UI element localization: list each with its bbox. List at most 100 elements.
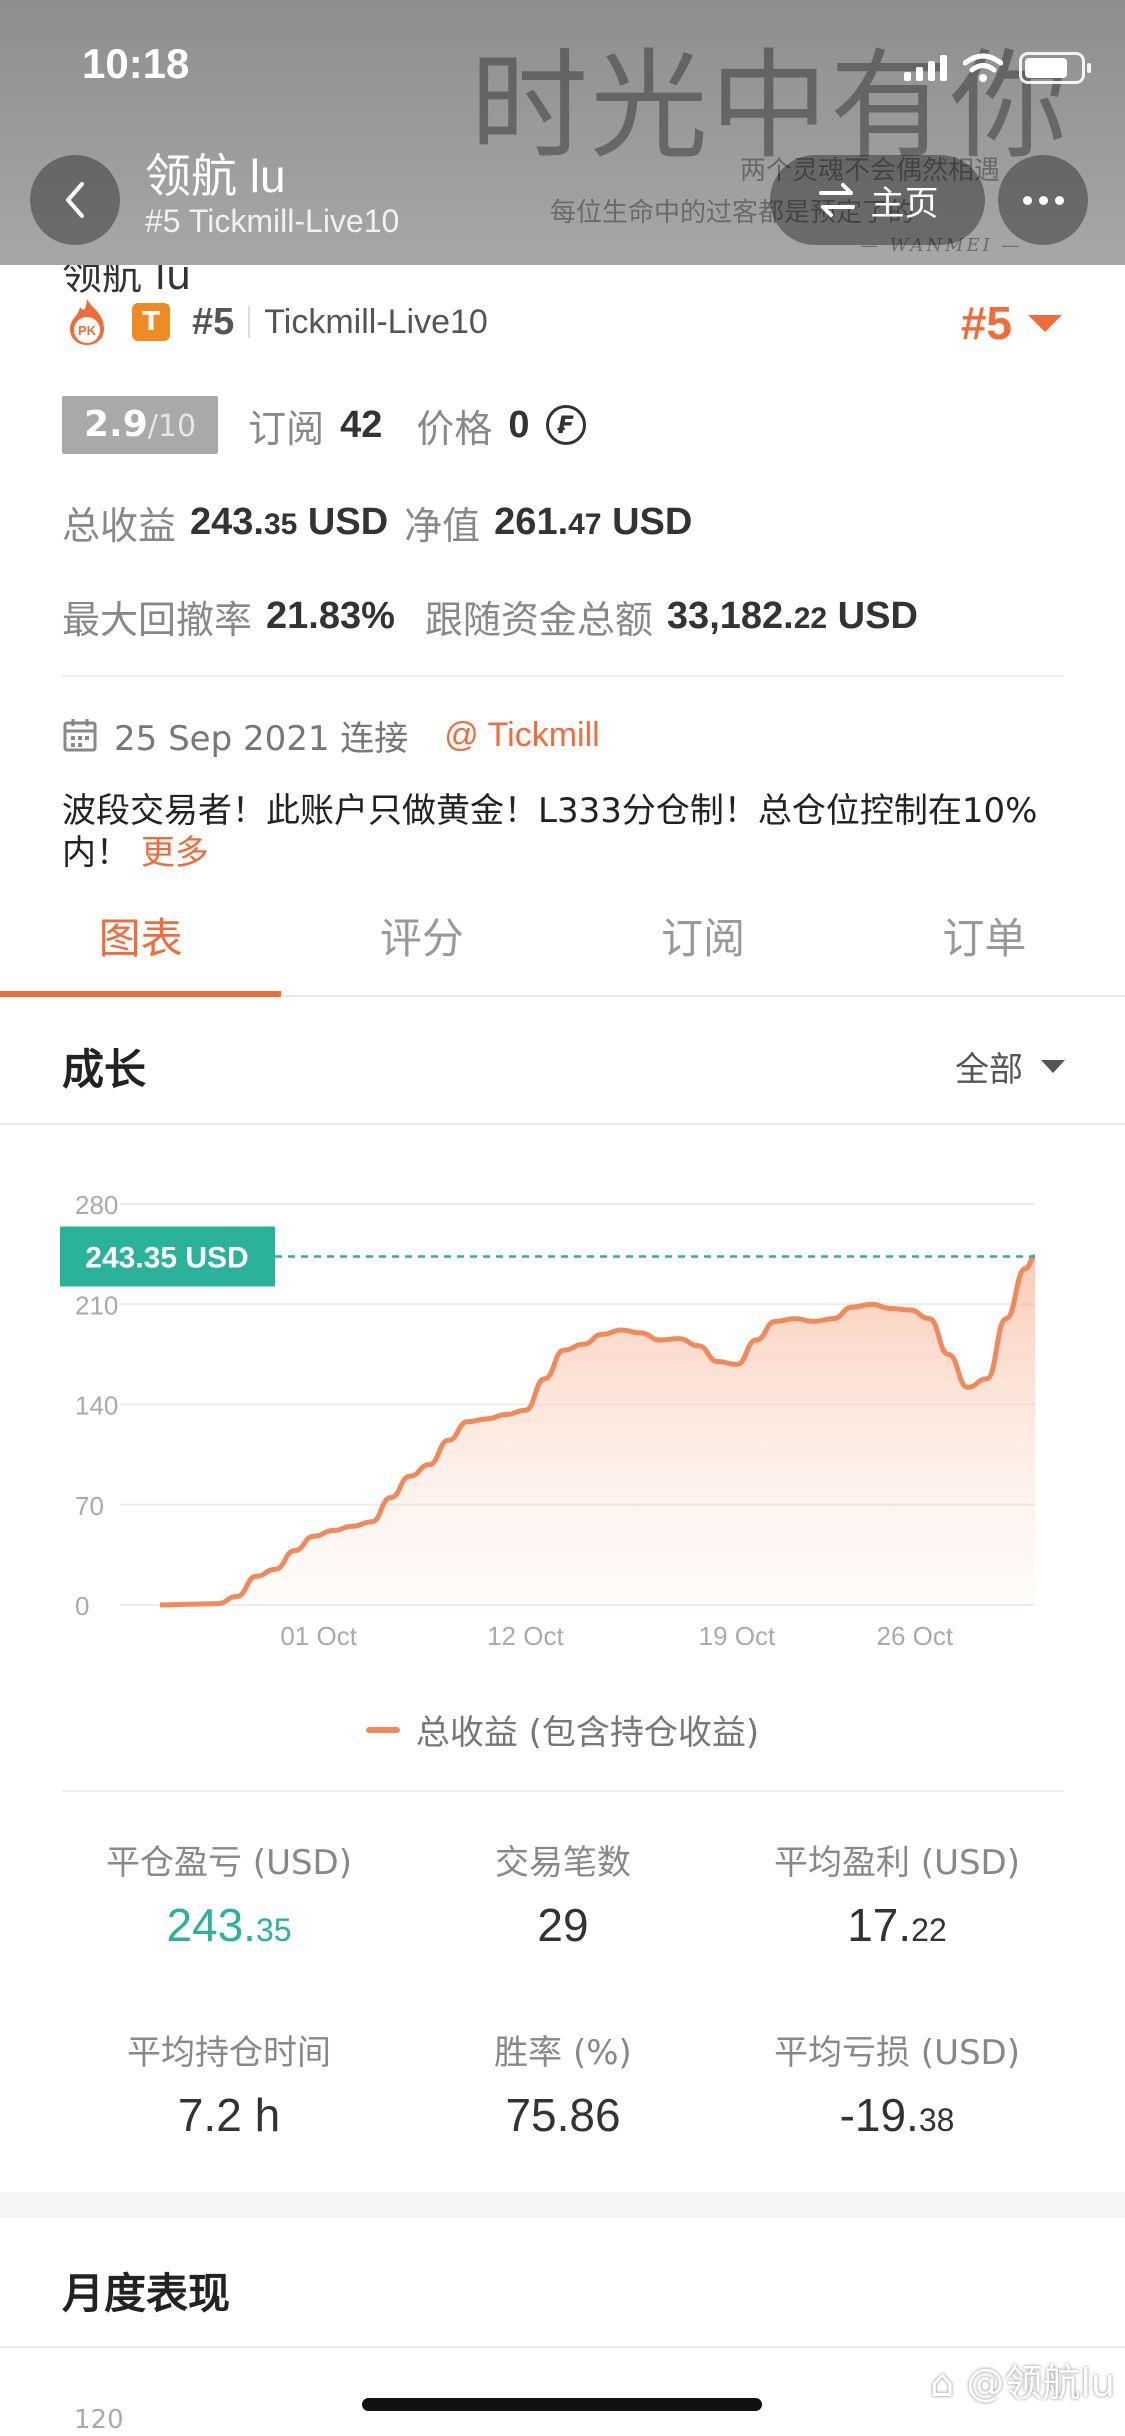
stat-value-int: 17. <box>847 1899 912 1951</box>
stat-value-dec: 38 <box>918 2102 955 2138</box>
tab-chart[interactable]: 图表 <box>0 895 282 997</box>
stat-value: 75.86 <box>396 2088 730 2142</box>
equity-int: 261. <box>494 500 569 543</box>
y-tick-label: 210 <box>75 1290 118 1320</box>
stat-label: 平均持仓时间 <box>127 2033 331 2073</box>
home-button[interactable]: 主页 <box>770 155 985 245</box>
subscribe-label: 订阅 <box>248 406 325 451</box>
caret-down-icon <box>1041 1060 1065 1073</box>
rank-dropdown-label: #5 <box>960 297 1012 349</box>
stat-trade-count: 交易笔数 29 <box>396 1835 730 1952</box>
y-tick-label: 280 <box>75 1190 118 1220</box>
price-label: 价格 <box>416 406 493 451</box>
total-profit-label: 总收益 <box>62 503 177 548</box>
chart-legend: 总收益 (包含持仓收益) <box>0 1705 1125 1754</box>
coin-icon: ₣ <box>545 405 586 445</box>
broker-link[interactable]: @ Tickmill <box>444 716 599 755</box>
stat-value: 7.2 h <box>62 2088 396 2142</box>
page-title: 领航 lu <box>145 150 286 202</box>
x-tick-label: 12 Oct <box>487 1621 564 1651</box>
calendar-icon <box>63 719 97 752</box>
total-profit-int: 243. <box>190 500 264 543</box>
equity-unit: USD <box>612 500 693 543</box>
period-filter-dropdown[interactable]: 全部 <box>955 1042 1065 1091</box>
equity-value: 261.47 USD <box>494 501 692 544</box>
equity-label: 净值 <box>404 503 481 548</box>
stat-value: 17.22 <box>730 1898 1064 1952</box>
follow-funds-unit: USD <box>837 594 918 637</box>
y-tick-label: 0 <box>75 1591 89 1621</box>
monthly-header: 月度表现 <box>0 2218 1125 2348</box>
home-indicator[interactable] <box>362 2398 762 2411</box>
drawdown-row: 最大回撤率 21.83% 跟随资金总额 33,182.22 USD <box>62 586 918 646</box>
stat-value-int: -19. <box>839 2089 919 2141</box>
server-name: Tickmill-Live10 <box>264 302 488 341</box>
rating-value: 2.9 <box>84 404 148 445</box>
tab-rating[interactable]: 评分 <box>281 895 562 995</box>
stat-label: 平仓盈亏 (USD) <box>106 1843 352 1883</box>
profit-row: 总收益 243.35 USD 净值 261.47 USD <box>62 492 692 552</box>
divider <box>62 1790 1064 1792</box>
tab-subscribe[interactable]: 订阅 <box>563 895 844 995</box>
total-profit-dec: 35 <box>263 507 298 541</box>
x-tick-label: 26 Oct <box>877 1621 954 1651</box>
follow-funds-label: 跟随资金总额 <box>424 597 653 642</box>
badge-row: PK T #5 Tickmill-Live10 #5 <box>62 292 1062 352</box>
stat-value-int: 243. <box>166 1899 256 1951</box>
tab-bar: 图表 评分 订阅 订单 <box>0 895 1125 997</box>
chevron-left-icon <box>66 182 84 218</box>
follow-funds-int: 33,182. <box>666 594 794 637</box>
y-tick-label: 140 <box>75 1391 118 1421</box>
battery-icon <box>1019 52 1091 84</box>
total-profit-value: 243.35 USD <box>190 501 388 544</box>
y-tick-label: 70 <box>75 1491 104 1521</box>
pk-flame-icon: PK <box>62 297 112 347</box>
wifi-icon <box>963 53 1003 82</box>
stat-value-int: 29 <box>537 1899 589 1951</box>
growth-chart: 280 210 140 70 0 01 Oct 12 Oct 19 Oct 26 Oct 243.… <box>60 1190 1036 1651</box>
x-tick-label: 01 Oct <box>280 1621 357 1651</box>
legend-swatch <box>365 1726 400 1733</box>
stat-closed-pnl: 平仓盈亏 (USD) 243.35 <box>62 1835 396 1952</box>
current-value-label: 243.35 USD <box>85 1241 248 1274</box>
home-button-label: 主页 <box>870 183 939 224</box>
x-tick-label: 19 Oct <box>699 1621 776 1651</box>
rating-scale: /10 <box>147 409 197 444</box>
tab-orders[interactable]: 订单 <box>844 895 1125 995</box>
more-dot-icon <box>1022 195 1032 205</box>
stat-avg-hold-time: 平均持仓时间 7.2 h <box>62 2025 396 2142</box>
stat-label: 平均盈利 (USD) <box>774 1843 1020 1883</box>
more-menu-button[interactable] <box>998 155 1088 245</box>
back-button[interactable] <box>30 155 120 245</box>
stat-win-rate: 胜率 (%) 75.86 <box>396 2025 730 2142</box>
monthly-title: 月度表现 <box>62 2269 231 2318</box>
equity-dec: 47 <box>568 507 602 541</box>
follow-funds-dec: 22 <box>793 601 828 635</box>
swap-icon <box>818 183 855 217</box>
stat-label: 胜率 (%) <box>494 2033 632 2073</box>
growth-title: 成长 <box>62 1045 147 1094</box>
pk-label: PK <box>78 323 97 338</box>
period-filter-label: 全部 <box>955 1050 1023 1090</box>
rating-badge: 2.9 /10 <box>62 396 219 454</box>
top-header: 时光中有你 两个灵魂不会偶然相遇 每位生命中的过客都是预定了的 — WANMEI… <box>0 0 1125 265</box>
caret-down-icon <box>1028 314 1062 332</box>
rank-number: #5 <box>192 300 235 343</box>
strategy-description: 波段交易者！此账户只做黄金！L333分仓制！总仓位控制在10%内！ 更多 <box>62 790 1072 874</box>
total-profit-unit: USD <box>307 500 389 543</box>
more-dot-icon <box>1038 195 1048 205</box>
stat-label: 平均亏损 (USD) <box>774 2033 1020 2073</box>
page-subtitle: #5 Tickmill-Live10 <box>145 203 400 239</box>
divider <box>248 306 251 338</box>
stat-value-dec: 35 <box>255 1912 292 1948</box>
section-separator <box>0 2192 1125 2218</box>
stat-value-dec: 22 <box>911 1912 947 1948</box>
price-value: 0 <box>508 403 530 446</box>
more-link[interactable]: 更多 <box>141 833 209 873</box>
drawdown-label: 最大回撤率 <box>62 597 253 642</box>
stat-value: 243.35 <box>62 1898 396 1952</box>
rank-dropdown[interactable]: #5 <box>961 296 1062 350</box>
stat-value: -19.38 <box>730 2088 1064 2142</box>
trader-badge: T <box>132 303 170 341</box>
follow-funds-value: 33,182.22 USD <box>667 595 918 638</box>
